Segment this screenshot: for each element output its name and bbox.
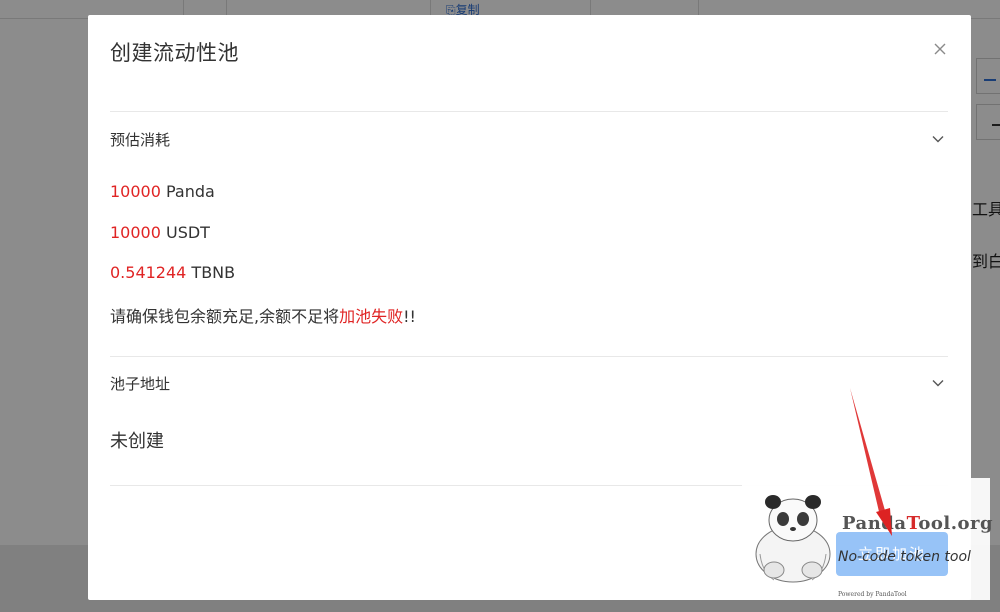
chevron-down-icon[interactable] [930, 131, 946, 147]
pool-address-header[interactable]: 池子地址 [110, 371, 948, 395]
cost-unit: USDT [160, 223, 210, 242]
estimated-cost-header[interactable]: 预估消耗 [110, 127, 948, 151]
cost-amount: 0.541244 [110, 263, 187, 282]
warning-exclaim: !! [403, 307, 416, 326]
chevron-down-icon[interactable] [930, 375, 946, 391]
warning-text: 请确保钱包余额充足,余额不足将 [110, 307, 340, 326]
brand-text: ool.org [918, 513, 994, 534]
close-icon[interactable] [928, 37, 952, 61]
watermark-powered-by: Powered by PandaTool [838, 591, 907, 598]
panda-logo-icon [752, 492, 834, 588]
warning-highlight: 加池失败 [339, 307, 404, 326]
divider [110, 356, 948, 357]
cost-item-tbnb: 0.541244 TBNB [110, 263, 235, 282]
modal-title: 创建流动性池 [110, 41, 239, 65]
watermark-tagline: No-code token tool [838, 549, 971, 565]
cost-item-panda: 10000 Panda [110, 182, 215, 201]
divider [110, 111, 948, 112]
cost-unit: Panda [160, 182, 215, 201]
brand-accent: T [906, 513, 919, 534]
pool-address-label: 池子地址 [110, 375, 171, 393]
cost-unit: TBNB [186, 263, 236, 282]
balance-warning: 请确保钱包余额充足,余额不足将加池失败!! [110, 303, 416, 327]
estimated-cost-label: 预估消耗 [110, 131, 171, 149]
annotation-arrow-icon [840, 386, 900, 550]
cost-item-usdt: 10000 USDT [110, 223, 210, 242]
pool-status: 未创建 [110, 431, 164, 452]
cost-amount: 10000 [110, 223, 161, 242]
cost-amount: 10000 [110, 182, 161, 201]
